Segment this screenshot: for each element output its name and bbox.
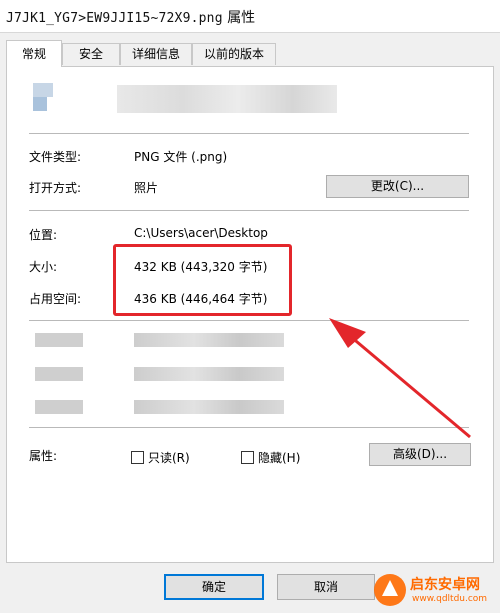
tab-general[interactable]: 常规 <box>6 40 62 67</box>
arrow-shaft <box>349 334 471 439</box>
watermark: 启东安卓网 www.qdltdu.com <box>370 568 500 610</box>
annotation-arrow <box>329 318 471 439</box>
watermark-title: 启东安卓网 <box>410 577 480 593</box>
cancel-button[interactable]: 取消 <box>277 574 375 600</box>
watermark-url: www.qdltdu.com <box>412 594 488 604</box>
ok-button[interactable]: 确定 <box>164 574 264 600</box>
